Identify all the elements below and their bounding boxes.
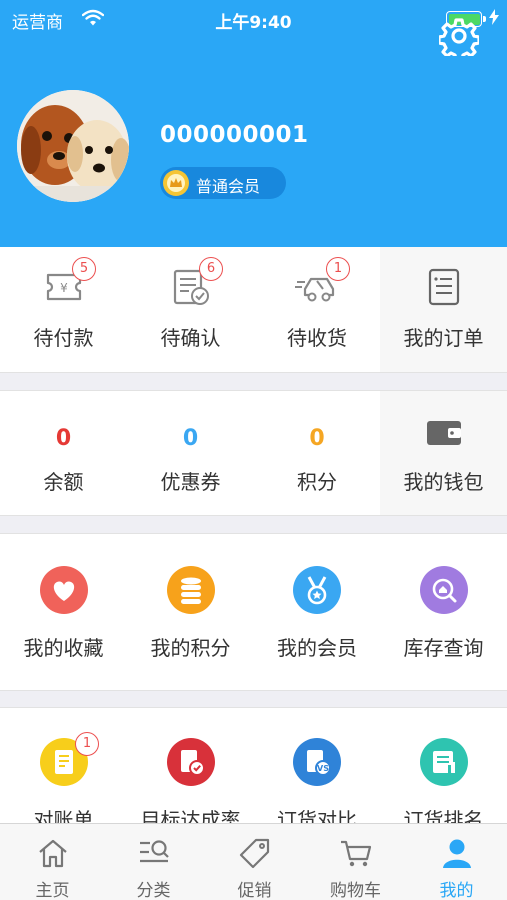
my-membership[interactable]: 我的会员 — [254, 534, 380, 690]
points-label: 积分 — [297, 470, 337, 494]
order-pending-payment[interactable]: ¥ 5 待付款 — [0, 247, 127, 372]
puppy-photo — [17, 90, 129, 202]
order-ranking-label: 订货排名 — [403, 808, 484, 823]
my-orders-label: 我的订单 — [403, 326, 484, 350]
membership-circle — [293, 566, 341, 614]
order-comparison-label: 订货对比 — [277, 808, 357, 823]
order-pending-payment-label: 待付款 — [33, 326, 94, 350]
pending-payment-count: 5 — [72, 257, 96, 281]
tab-promotion-label: 促销 — [237, 881, 272, 900]
order-pending-confirm-label: 待确认 — [160, 326, 221, 350]
favorites-circle — [39, 566, 88, 614]
balance-value: 0 — [55, 426, 72, 451]
target-circle — [166, 738, 215, 786]
inventory-circle — [419, 566, 468, 614]
statement-label: 对账单 — [33, 808, 94, 823]
avatar[interactable] — [17, 90, 129, 202]
compare-icon: VS — [307, 750, 331, 776]
target-achievement[interactable]: 目标达成率 — [127, 708, 254, 823]
tab-profile-label: 我的 — [439, 881, 474, 900]
tab-category[interactable]: 分类 — [103, 824, 204, 900]
wallet-icon — [426, 421, 461, 445]
order-ranking[interactable]: 订货排名 — [380, 708, 507, 823]
charging-icon — [489, 9, 499, 25]
my-wallet-label: 我的钱包 — [403, 470, 484, 494]
my-wallet[interactable]: 我的钱包 — [380, 391, 507, 515]
tab-cart-label: 购物车 — [330, 881, 381, 900]
points-circle — [166, 566, 215, 614]
inventory-search[interactable]: 库存查询 — [380, 534, 507, 690]
my-points[interactable]: 我的积分 — [127, 534, 254, 690]
svg-text:VS: VS — [317, 764, 329, 773]
home-icon — [38, 839, 67, 868]
crown-icon — [163, 170, 189, 196]
pending-delivery-count: 1 — [326, 257, 350, 281]
user-id: 000000001 — [160, 122, 309, 148]
points-value: 0 — [309, 426, 325, 451]
category-icon — [139, 840, 169, 863]
balance-label: 余额 — [43, 470, 84, 494]
ranking-circle — [419, 738, 468, 786]
order-comparison[interactable]: VS 订货对比 — [254, 708, 380, 823]
tab-home[interactable]: 主页 — [2, 824, 103, 900]
tab-home-label: 主页 — [35, 881, 70, 900]
compare-circle: VS — [293, 738, 341, 786]
promotion-tag-icon — [239, 838, 269, 869]
member-level-label: 普通会员 — [196, 177, 261, 196]
bottom-tab-bar: 主页 分类 促销 购物车 我的 — [0, 823, 507, 900]
profile-icon — [442, 839, 471, 868]
status-bar: 运营商 上午9:40 — [0, 0, 507, 38]
order-list-icon — [428, 268, 459, 306]
tab-profile[interactable]: 我的 — [406, 824, 507, 900]
profile-header: 运营商 上午9:40 000000001 普通会员 — [0, 0, 507, 247]
target-icon — [180, 750, 205, 776]
my-membership-label: 我的会员 — [277, 636, 357, 660]
settings-gear-icon[interactable] — [439, 16, 479, 56]
svg-text:¥: ¥ — [60, 281, 68, 295]
coupon-value: 0 — [182, 426, 199, 451]
status-time: 上午9:40 — [215, 13, 292, 33]
ranking-icon — [432, 751, 455, 773]
statement-count: 1 — [75, 732, 99, 756]
member-level-badge[interactable]: 普通会员 — [160, 167, 286, 199]
inventory-search-icon — [432, 578, 456, 603]
order-pending-delivery-label: 待收货 — [287, 326, 347, 350]
order-pending-confirm[interactable]: 6 待确认 — [127, 247, 254, 372]
coupon-label: 优惠券 — [160, 470, 221, 494]
medal-icon — [307, 576, 327, 605]
my-points-label: 我的积分 — [150, 636, 231, 660]
tab-category-label: 分类 — [136, 881, 171, 900]
tab-promotion[interactable]: 促销 — [204, 824, 305, 900]
cart-icon — [340, 840, 371, 867]
target-achievement-label: 目标达成率 — [140, 808, 241, 823]
statement[interactable]: 1 对账单 — [0, 708, 127, 823]
heart-icon — [53, 581, 74, 601]
services-section: 我的收藏 我的积分 我的会员 库存查询 — [0, 533, 507, 691]
my-favorites-label: 我的收藏 — [23, 636, 104, 660]
pending-confirm-count: 6 — [199, 257, 223, 281]
inventory-search-label: 库存查询 — [403, 636, 484, 660]
wallet-section: 0 余额 0 优惠券 0 积分 我的钱包 — [0, 390, 507, 516]
coupon-item[interactable]: 0 优惠券 — [127, 391, 254, 515]
order-pending-delivery[interactable]: 1 待收货 — [254, 247, 380, 372]
my-orders[interactable]: 我的订单 — [380, 247, 507, 372]
tab-cart[interactable]: 购物车 — [305, 824, 406, 900]
my-favorites[interactable]: 我的收藏 — [0, 534, 127, 690]
balance-item[interactable]: 0 余额 — [0, 391, 127, 515]
reports-section: 1 对账单 目标达成率 VS 订货对比 订货排名 — [0, 707, 507, 823]
order-status-section: ¥ 5 待付款 6 待确认 1 待收货 我的订单 — [0, 247, 507, 373]
points-item[interactable]: 0 积分 — [254, 391, 380, 515]
coins-icon — [180, 577, 201, 604]
